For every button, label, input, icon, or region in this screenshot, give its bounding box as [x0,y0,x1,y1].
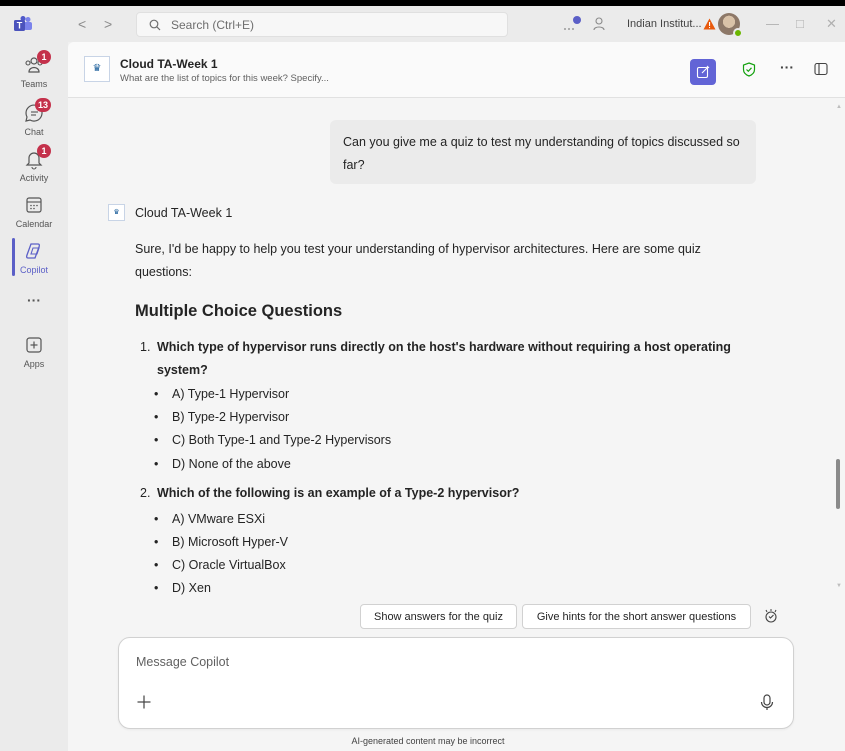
user-message: Can you give me a quiz to test my unders… [330,120,756,184]
user-avatar[interactable] [718,13,743,38]
ai-disclaimer: AI-generated content may be incorrect [351,736,505,746]
rail-label-chat: Chat [24,127,44,137]
teams-icon: 1 [23,50,51,76]
option-text: A) VMware ESXi [172,512,266,526]
list-item: A) Type-1 Hypervisor [154,383,290,406]
question-text: Which type of hypervisor runs directly o… [157,340,731,377]
org-name[interactable]: Indian Institut... [627,18,702,30]
chat-panel: ♛ Cloud TA-Week 1 What are the list of t… [68,42,845,751]
presence-available-icon [733,28,743,38]
option-text: D) Xen [172,581,211,595]
option-text: D) None of the above [172,457,291,471]
more-options-icon[interactable]: ··· [780,59,794,75]
copilot-icon [23,240,45,262]
teams-logo-icon[interactable]: T [14,16,32,32]
question-text: Which of the following is an example of … [157,486,520,500]
teams-window: T < > Search (Ctrl+E) Indian Institut...… [0,6,845,751]
chat-subtitle: What are the list of topics for this wee… [120,73,329,84]
option-text: C) Both Type-1 and Type-2 Hypervisors [172,433,392,447]
list-item: B) Type-2 Hypervisor [154,406,290,429]
rail-label-activity: Activity [19,173,49,183]
shield-check-icon[interactable] [742,62,756,82]
presence-status-icon[interactable] [560,6,582,42]
side-panel-icon[interactable] [814,62,828,81]
question-1: 1. Which type of hypervisor runs directl… [140,336,760,382]
list-item: B) Microsoft Hyper-V [154,531,288,554]
scrollbar-thumb[interactable] [836,459,840,509]
emblem-icon: ♛ [92,63,102,74]
search-placeholder: Search (Ctrl+E) [171,17,255,32]
plus-icon[interactable] [136,694,152,715]
new-chat-button[interactable] [690,59,716,85]
rail-label-calendar: Calendar [15,219,53,229]
chat-badge: 13 [34,98,51,112]
title-bar: T < > Search (Ctrl+E) Indian Institut...… [0,6,845,42]
list-item: C) Both Type-1 and Type-2 Hypervisors [154,429,392,452]
search-input[interactable]: Search (Ctrl+E) [136,12,508,37]
rail-item-teams[interactable]: 1 Teams [0,50,68,104]
suggestion-give-hints[interactable]: Give hints for the short answer question… [522,604,751,629]
app-rail: 1 Teams 13 Chat 1 Activity Calendar Copi… [0,42,68,751]
back-arrow-icon[interactable]: < [78,16,86,32]
minimize-icon[interactable]: — [766,16,779,31]
question-2: 2. Which of the following is an example … [140,482,760,505]
new-chat-icon [696,65,710,79]
rail-item-apps[interactable]: Apps [0,334,68,384]
bot-avatar-small: ♛ [108,204,125,221]
chat-header: ♛ Cloud TA-Week 1 What are the list of t… [68,42,845,98]
search-icon [149,19,161,30]
calendar-icon [23,194,45,216]
rail-item-calendar[interactable]: Calendar [0,194,68,244]
svg-text:T: T [17,21,23,31]
people-icon[interactable] [592,6,608,42]
rail-item-activity[interactable]: 1 Activity [0,144,68,198]
maximize-icon[interactable]: □ [796,16,804,31]
activity-badge: 1 [37,144,51,158]
chat-title[interactable]: Cloud TA-Week 1 [120,57,218,71]
message-composer[interactable]: Message Copilot [118,637,794,729]
list-item: D) Xen [154,577,211,600]
list-item: C) Oracle VirtualBox [154,554,286,577]
list-item: A) VMware ESXi [154,508,266,531]
emblem-icon: ♛ [113,209,120,216]
rail-item-chat[interactable]: 13 Chat [0,98,68,152]
list-item: D) None of the above [154,453,291,476]
teams-badge: 1 [37,50,51,64]
option-text: B) Microsoft Hyper-V [172,535,288,549]
activity-bell-icon: 1 [23,144,51,170]
forward-arrow-icon[interactable]: > [104,16,112,32]
bot-avatar[interactable]: ♛ [84,56,110,82]
question-number: 2. [140,486,151,500]
more-apps-icon: ··· [27,292,41,308]
suggestion-show-answers[interactable]: Show answers for the quiz [360,604,517,629]
option-text: A) Type-1 Hypervisor [172,387,290,401]
scroll-up-arrow-icon[interactable]: ▲ [836,104,842,110]
microphone-icon[interactable] [760,694,774,716]
option-text: B) Type-2 Hypervisor [172,410,290,424]
scroll-down-arrow-icon[interactable]: ▼ [836,583,842,589]
prompt-suggestions-icon[interactable] [763,608,779,629]
section-heading: Multiple Choice Questions [135,302,343,320]
apps-plus-icon [23,334,45,356]
rail-item-copilot[interactable]: Copilot [0,240,68,290]
message-input[interactable]: Message Copilot [136,655,229,669]
bot-intro-text: Sure, I'd be happy to help you test your… [135,242,701,279]
bot-message-header: ♛ Cloud TA-Week 1 [108,204,232,221]
message-list[interactable]: Can you give me a quiz to test my unders… [68,98,845,618]
chat-icon: 13 [23,98,51,124]
rail-label-copilot: Copilot [19,265,48,275]
option-text: C) Oracle VirtualBox [172,558,286,572]
rail-label-apps: Apps [23,359,45,369]
close-icon[interactable]: ✕ [826,16,837,32]
warning-icon[interactable] [703,6,716,42]
question-number: 1. [140,340,151,354]
rail-label-teams: Teams [20,79,48,89]
bot-name: Cloud TA-Week 1 [135,205,233,220]
